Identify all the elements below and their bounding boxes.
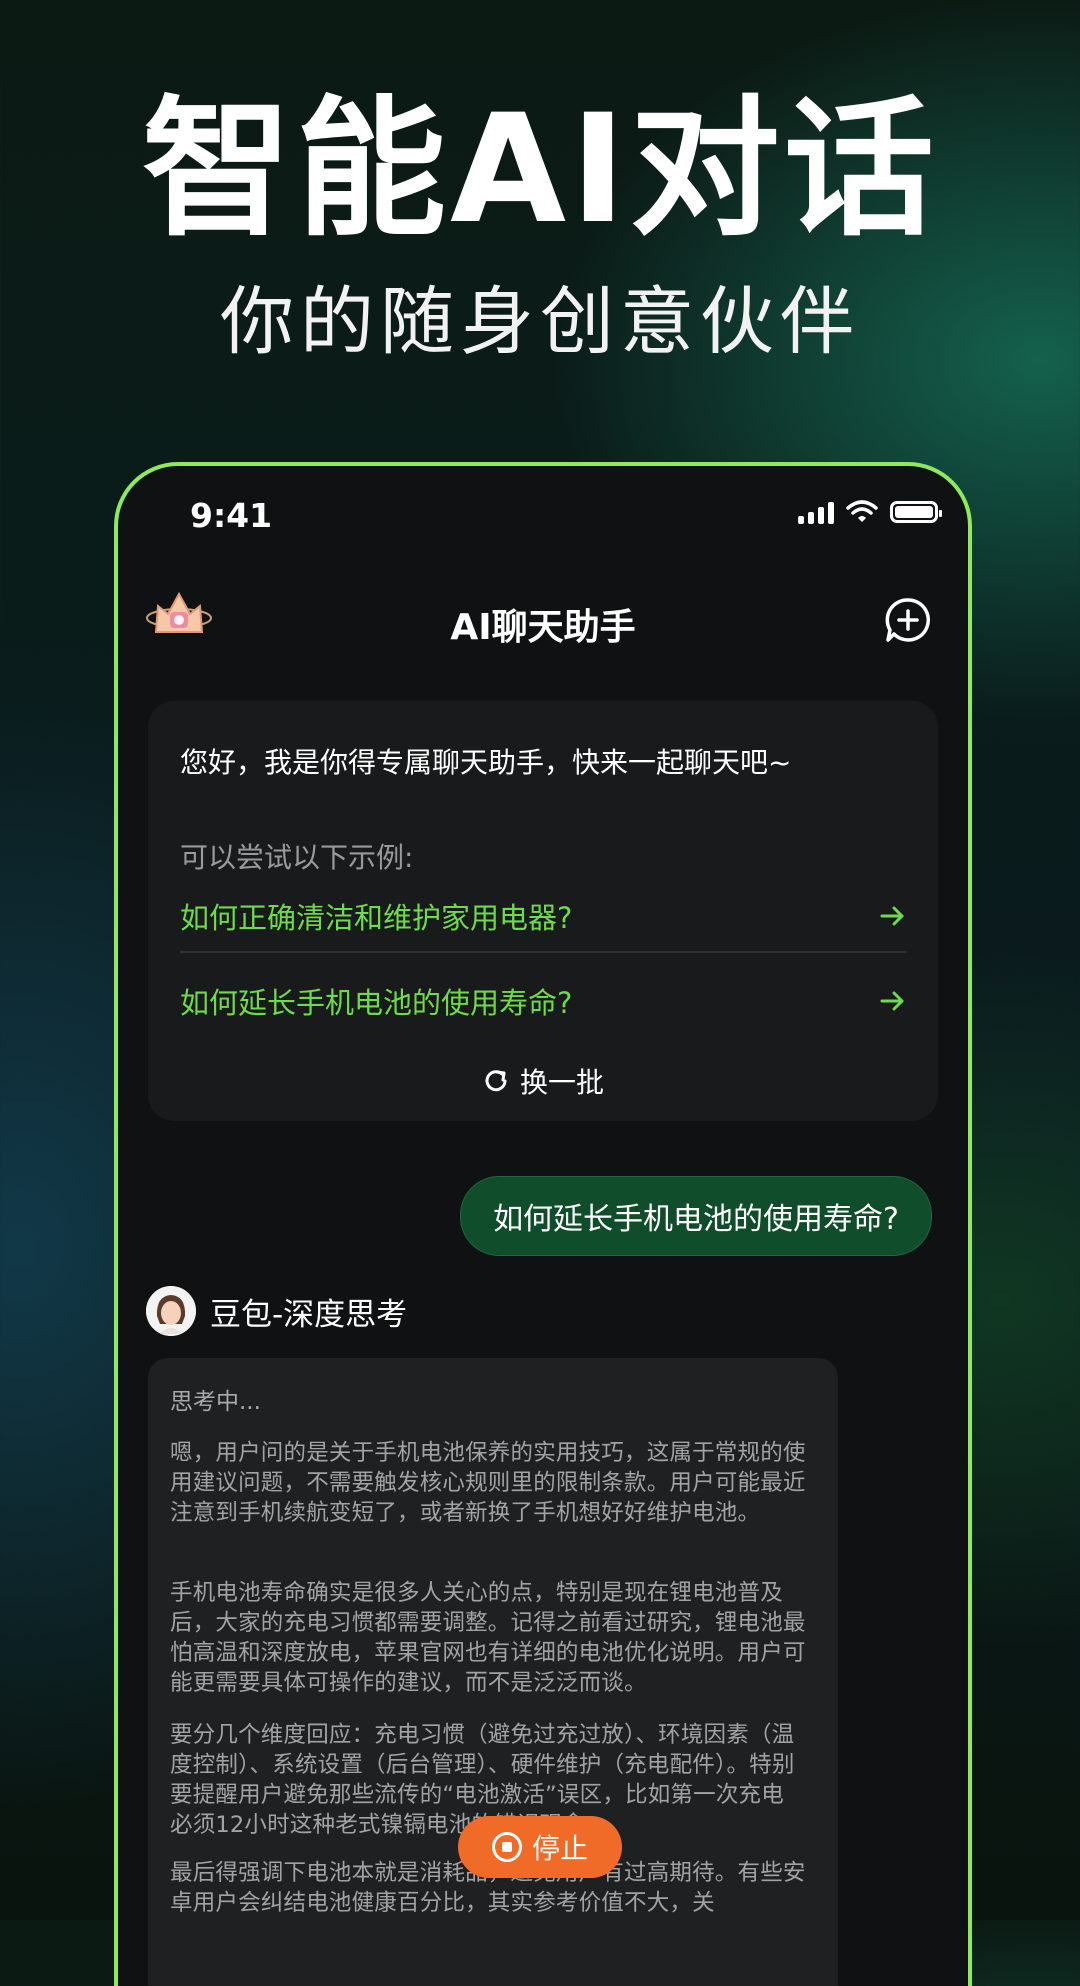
- phone-frame: 9:41 AI聊天助手 您好，我是你得专属聊天助手，快来一起聊天吧~ 可以尝试以…: [114, 462, 972, 1986]
- bot-avatar: [146, 1286, 196, 1336]
- arrow-right-icon: [880, 906, 904, 926]
- refresh-examples-button[interactable]: 换一批: [148, 1061, 938, 1101]
- hero-title: 智能AI对话: [142, 83, 938, 257]
- refresh-label: 换一批: [519, 1066, 604, 1099]
- bot-header: 豆包-深度思考: [146, 1286, 407, 1336]
- example-prompt-2[interactable]: 如何延长手机电池的使用寿命?: [180, 966, 906, 1036]
- status-time: 9:41: [190, 496, 273, 535]
- arrow-right-icon: [880, 991, 904, 1011]
- try-examples-label: 可以尝试以下示例:: [180, 841, 414, 874]
- greeting-text: 您好，我是你得专属聊天助手，快来一起聊天吧~: [180, 746, 792, 779]
- example-prompt-1[interactable]: 如何正确清洁和维护家用电器?: [180, 881, 906, 953]
- wifi-icon: [846, 500, 878, 522]
- status-bar: 9:41: [118, 466, 968, 566]
- example-prompt-text: 如何正确清洁和维护家用电器?: [180, 901, 573, 935]
- hero-subtitle: 你的随身创意伙伴: [220, 279, 860, 365]
- user-message-bubble: 如何延长手机电池的使用寿命?: [460, 1176, 932, 1256]
- example-prompt-text: 如何延长手机电池的使用寿命?: [180, 986, 573, 1020]
- new-chat-icon[interactable]: [884, 596, 932, 644]
- navbar: AI聊天助手: [118, 576, 968, 666]
- signal-icon: [798, 500, 834, 524]
- bot-name: 豆包-深度思考: [210, 1296, 408, 1333]
- stop-icon: [491, 1832, 522, 1862]
- status-icons: [798, 500, 942, 524]
- stop-button[interactable]: 停止: [458, 1816, 622, 1878]
- intro-card: 您好，我是你得专属聊天助手，快来一起聊天吧~ 可以尝试以下示例: 如何正确清洁和…: [148, 701, 938, 1121]
- thinking-label: 思考中...: [170, 1389, 261, 1415]
- battery-icon: [890, 501, 942, 523]
- refresh-icon: [485, 1070, 507, 1092]
- nav-title: AI聊天助手: [450, 607, 636, 648]
- thinking-paragraph: 手机电池寿命确实是很多人关心的点，特别是现在锂电池普及后，大家的充电习惯都需要调…: [170, 1580, 806, 1696]
- thinking-card: 思考中... 嗯，用户问的是关于手机电池保养的实用技巧，这属于常规的使用建议问题…: [148, 1358, 838, 1986]
- stop-label: 停止: [531, 1832, 588, 1865]
- thinking-paragraph: 嗯，用户问的是关于手机电池保养的实用技巧，这属于常规的使用建议问题，不需要触发核…: [170, 1440, 806, 1526]
